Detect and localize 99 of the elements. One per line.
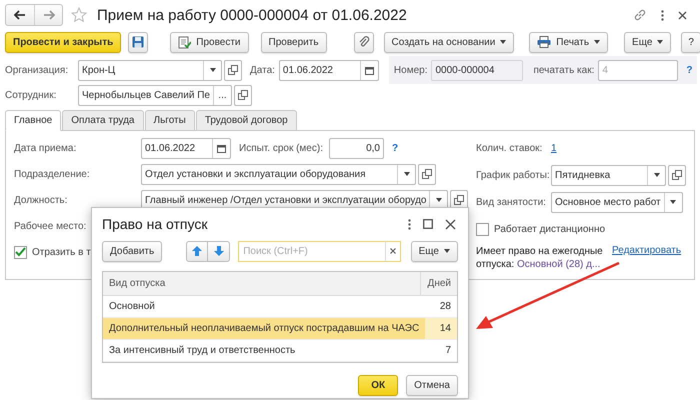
field-label: Должность: — [14, 194, 68, 206]
document-icon — [178, 36, 192, 48]
move-up-button[interactable] — [186, 240, 208, 262]
search-field[interactable]: Поиск (Ctrl+F) — [238, 240, 385, 262]
save-button[interactable] — [128, 32, 148, 52]
tab[interactable]: Льготы — [144, 110, 195, 131]
field-label: Сотрудник: — [5, 90, 58, 100]
field-label: График работы: — [476, 170, 551, 180]
date-field[interactable]: 01.06.2022 — [278, 60, 379, 80]
field-label: Испыт. срок (мес): — [239, 142, 323, 154]
field-label: Подразделение: — [14, 168, 91, 180]
column-header: Вид отпуска — [108, 277, 166, 291]
star-icon[interactable] — [71, 7, 87, 23]
open-window-icon — [422, 169, 432, 179]
employment-type-field[interactable]: Основное место работ — [551, 192, 683, 212]
column-header: Дней — [420, 272, 457, 295]
add-button[interactable]: Добавить — [102, 240, 162, 262]
open-window-icon — [672, 170, 682, 180]
table-cell[interactable]: Основной — [103, 296, 420, 317]
number-field[interactable]: 0000-000004 — [431, 60, 524, 80]
up-arrow-icon — [192, 246, 202, 256]
more-icon[interactable] — [661, 10, 664, 20]
dropdown-icon — [670, 200, 676, 204]
post-button[interactable]: Провести — [170, 32, 249, 52]
tab[interactable]: Главное — [5, 110, 62, 131]
ok-button[interactable]: ОК — [358, 375, 398, 396]
paperclip-icon — [358, 36, 370, 48]
dropdown-icon — [436, 198, 442, 202]
printer-icon — [537, 36, 552, 48]
checkbox-label: Отразить в т — [32, 246, 91, 258]
forward-arrow-icon — [42, 10, 54, 20]
open-window-icon — [454, 195, 464, 205]
field-label: Дата приема: — [14, 142, 78, 154]
more-menu-button[interactable]: Еще — [410, 240, 458, 262]
clear-button[interactable] — [384, 240, 401, 262]
calendar-icon — [217, 144, 226, 152]
caret-icon — [657, 40, 664, 44]
link-icon[interactable] — [633, 8, 647, 22]
field-label: Колич. ставок: — [476, 142, 544, 154]
table-cell[interactable]: 7 — [420, 340, 457, 361]
help-link[interactable]: ? — [392, 142, 398, 154]
close-icon[interactable] — [678, 10, 687, 20]
caret-icon — [444, 249, 450, 253]
checkbox[interactable] — [476, 222, 489, 236]
tab[interactable]: Трудовой договор — [196, 110, 297, 131]
more-icon[interactable] — [408, 218, 411, 230]
table-cell[interactable]: 14 — [425, 318, 457, 339]
field-label: Вид занятости: — [476, 196, 547, 208]
maximize-icon[interactable] — [423, 219, 433, 229]
vacation-rights-text: Имеет право на ежегодные отпуска: Основной (28) д... — [476, 245, 604, 271]
close-icon — [390, 248, 396, 254]
help-link[interactable]: ? — [686, 64, 692, 76]
field-label: Организация: — [5, 64, 70, 76]
edit-link[interactable]: Редактировать — [612, 245, 682, 256]
organization-field[interactable]: Крон-Ц — [78, 60, 222, 80]
field-label: Рабочее место: — [14, 220, 86, 232]
table-cell[interactable]: 28 — [420, 296, 457, 317]
calendar-icon — [364, 66, 374, 74]
caret-icon — [594, 40, 600, 44]
dropdown-icon — [210, 68, 216, 72]
open-window-icon — [228, 65, 238, 75]
field-label: Дата: — [250, 64, 275, 76]
checkbox-label: Работает дистанционно — [494, 224, 606, 234]
field-label: Номер: — [394, 64, 428, 76]
rates-link[interactable]: 1 — [551, 142, 557, 154]
tab[interactable]: Оплата труда — [62, 110, 144, 131]
close-icon[interactable] — [445, 218, 456, 230]
caret-icon — [500, 40, 506, 44]
menu-button[interactable]: Создать на основании — [384, 32, 514, 52]
open-button[interactable] — [234, 84, 252, 106]
table-cell[interactable]: Дополнительный неоплачиваемый отпуск пострадавшим на ЧАЭС — [103, 318, 426, 339]
open-button[interactable] — [418, 164, 436, 184]
hire-date-field[interactable]: 01.06.2022 — [141, 138, 231, 158]
checkmark-icon — [15, 247, 26, 257]
attach-button[interactable] — [354, 32, 374, 52]
dialog-title: Право на отпуск — [102, 216, 208, 232]
department-field[interactable]: Отдел установки и эксплуатации оборудования — [141, 164, 416, 184]
open-button[interactable] — [668, 164, 686, 186]
post-and-close-button[interactable]: Провести и закрыть — [5, 32, 122, 52]
print-button[interactable]: Печать — [529, 32, 608, 52]
down-arrow-icon — [214, 246, 224, 256]
probation-field[interactable]: 0,0 — [328, 138, 384, 158]
checkbox[interactable] — [14, 246, 27, 258]
window-title: Прием на работу 0000-000004 от 01.06.2022 — [97, 6, 408, 24]
cancel-button[interactable]: Отмена — [406, 375, 458, 396]
back-arrow-icon — [14, 10, 26, 20]
help-button[interactable]: ? — [681, 32, 700, 52]
vacation-link[interactable]: Основной (28) д... — [516, 259, 600, 270]
employee-field[interactable]: Чернобыльцев Савелий Пе ... — [78, 84, 232, 106]
dropdown-icon — [654, 173, 660, 177]
check-button[interactable]: Проверить — [260, 32, 327, 52]
move-down-button[interactable] — [208, 240, 230, 262]
schedule-field[interactable]: Пятидневка — [551, 164, 666, 186]
table-cell[interactable]: За интенсивный труд и ответственность — [103, 340, 420, 361]
open-button[interactable] — [224, 60, 242, 80]
menu-button[interactable]: Еще — [624, 32, 672, 52]
field-label: печатать как: — [533, 64, 594, 76]
dropdown-icon — [404, 172, 410, 176]
open-window-icon — [238, 90, 248, 100]
